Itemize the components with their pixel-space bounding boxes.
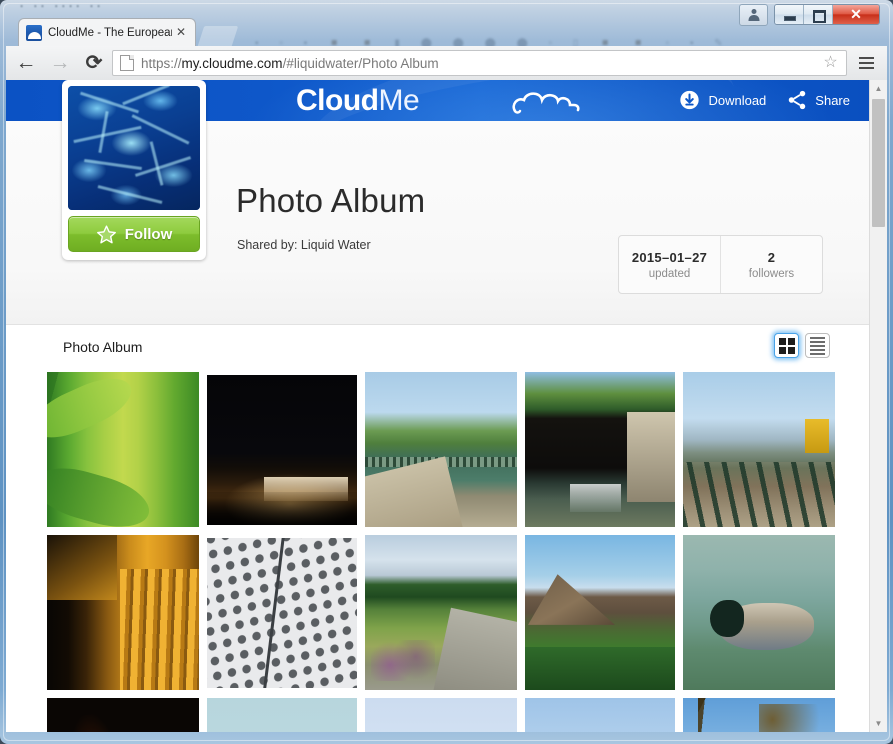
scroll-up-arrow-icon[interactable]: ▲ bbox=[870, 80, 887, 97]
download-cloud-icon bbox=[680, 90, 700, 110]
photo-cell[interactable] bbox=[683, 372, 835, 527]
cloud-outline-icon bbox=[512, 92, 580, 114]
follow-button-label: Follow bbox=[124, 225, 173, 243]
photo-lit-temple-columns[interactable] bbox=[47, 535, 199, 690]
scrollbar-thumb[interactable] bbox=[872, 99, 885, 227]
stat-followers-label: followers bbox=[748, 267, 795, 280]
album-shared-by: Shared by: Liquid Water bbox=[237, 238, 371, 252]
browser-tab-cloudme[interactable]: CloudMe - The European ✕ bbox=[18, 18, 196, 46]
window-titlebar[interactable]: ▪ ▪▪ ▪▪▪▪ ▪▪ ✕ bbox=[0, 0, 893, 26]
photo-night-city-terrace[interactable] bbox=[207, 374, 357, 525]
logo-text-bold: Cloud bbox=[296, 84, 379, 117]
photo-bamboo-stalk[interactable] bbox=[47, 372, 199, 527]
photo-cell[interactable] bbox=[683, 535, 835, 690]
stat-updated-value: 2015–01–27 bbox=[631, 249, 708, 265]
url-scheme: https:// bbox=[141, 55, 182, 71]
url-path: /#liquidwater/Photo Album bbox=[282, 55, 439, 71]
photo-sea-rocks[interactable] bbox=[365, 698, 517, 732]
close-icon[interactable]: ✕ bbox=[175, 26, 187, 38]
photo-cell[interactable] bbox=[365, 698, 517, 732]
photo-coastal-bay[interactable] bbox=[207, 698, 357, 732]
page-document-icon bbox=[120, 55, 134, 71]
grid-view-icon[interactable] bbox=[774, 333, 799, 358]
photo-canal-lock-gate[interactable] bbox=[525, 372, 675, 527]
view-toggle-group bbox=[774, 333, 830, 358]
cloud-favicon bbox=[26, 24, 42, 41]
photo-cell[interactable] bbox=[524, 698, 676, 732]
screenshot-root: ▪ ▪▪ ▪▪▪▪ ▪▪ ✕ ▪ ▫ ▪ ◾ ◾ ▮ ⬤ ⬤ ⬤ ⬤ ▫ ▯ ◾… bbox=[0, 0, 893, 744]
logo-text-light: Me bbox=[378, 84, 420, 117]
photo-cell[interactable] bbox=[524, 372, 676, 527]
stat-followers: 2 followers bbox=[720, 236, 822, 293]
photo-diamond-head-mountain[interactable] bbox=[525, 535, 675, 690]
photo-canal-footbridge[interactable] bbox=[365, 372, 517, 527]
album-avatar-card: Follow bbox=[62, 80, 206, 260]
page-viewport: CloudMe Download Share Follow Photo Albu… bbox=[6, 80, 887, 732]
album-header: Follow Photo Album Shared by: Liquid Wat… bbox=[6, 80, 870, 325]
header-actions: Download Share bbox=[678, 89, 850, 111]
follow-button[interactable]: Follow bbox=[68, 216, 200, 252]
photo-forest-meadow-path[interactable] bbox=[365, 535, 517, 690]
photo-cell[interactable] bbox=[365, 372, 517, 527]
back-button[interactable]: ← bbox=[12, 49, 40, 77]
photo-cell[interactable] bbox=[206, 535, 358, 690]
content-toolbar: Photo Album bbox=[6, 324, 870, 370]
share-label: Share bbox=[815, 92, 850, 108]
list-view-icon[interactable] bbox=[805, 333, 830, 358]
content-heading: Photo Album bbox=[63, 339, 143, 355]
photo-cell[interactable] bbox=[365, 535, 517, 690]
photo-cell[interactable] bbox=[524, 535, 676, 690]
hamburger-menu-icon[interactable] bbox=[853, 50, 879, 76]
photo-palm-tree-sky[interactable] bbox=[683, 698, 835, 732]
address-bar[interactable]: https://my.cloudme.com/#liquidwater/Phot… bbox=[112, 50, 847, 76]
photo-cell[interactable] bbox=[683, 698, 835, 732]
download-label: Download bbox=[708, 92, 767, 108]
stat-followers-value: 2 bbox=[767, 249, 776, 265]
photo-tram-riverside[interactable] bbox=[683, 372, 835, 527]
photo-grid bbox=[47, 372, 837, 732]
stat-updated-label: updated bbox=[648, 267, 691, 280]
forward-button[interactable]: → bbox=[46, 49, 74, 77]
stat-updated: 2015–01–27 updated bbox=[619, 236, 720, 293]
album-title: Photo Album bbox=[236, 182, 426, 219]
photo-cell[interactable] bbox=[47, 372, 199, 527]
photo-cell[interactable] bbox=[206, 698, 358, 732]
star-icon bbox=[96, 224, 116, 243]
address-bar-value: https://my.cloudme.com/#liquidwater/Phot… bbox=[141, 56, 439, 71]
photo-green-island-sky[interactable] bbox=[525, 698, 675, 732]
water-thumbnail[interactable] bbox=[68, 86, 200, 210]
vertical-scrollbar[interactable]: ▲ ▼ bbox=[869, 80, 887, 732]
photo-mallard-ducks-water[interactable] bbox=[683, 535, 835, 690]
reload-button[interactable]: ⟳ bbox=[80, 49, 108, 77]
new-tab-button[interactable] bbox=[197, 26, 239, 46]
tab-title: CloudMe - The European bbox=[48, 26, 172, 39]
cloudme-logo[interactable]: CloudMe bbox=[296, 84, 420, 118]
browser-toolbar: ← → ⟳ https://my.cloudme.com/#liquidwate… bbox=[6, 46, 887, 80]
download-button[interactable]: Download bbox=[678, 89, 766, 111]
bookmark-star-icon[interactable]: ☆ bbox=[822, 54, 839, 71]
page-content: CloudMe Download Share Follow Photo Albu… bbox=[6, 80, 870, 732]
photo-cell[interactable] bbox=[47, 698, 199, 732]
photo-perforated-facade[interactable] bbox=[207, 537, 357, 688]
water-caustics-art bbox=[68, 86, 200, 210]
album-stats: 2015–01–27 updated 2 followers bbox=[618, 235, 823, 294]
scroll-down-arrow-icon[interactable]: ▼ bbox=[870, 715, 887, 732]
browser-tabstrip: ▪ ▫ ▪ ◾ ◾ ▮ ⬤ ⬤ ⬤ ⬤ ▫ ▯ ◾ ◾ ▫ ▪ ✎ CloudM… bbox=[5, 16, 888, 49]
background-window-menu: ▪ ▪▪ ▪▪▪▪ ▪▪ bbox=[20, 1, 105, 11]
photo-cell[interactable] bbox=[206, 372, 358, 527]
photo-campfire-flames[interactable] bbox=[47, 698, 199, 732]
photo-cell[interactable] bbox=[47, 535, 199, 690]
share-button[interactable]: Share bbox=[786, 89, 850, 111]
url-host: my.cloudme.com bbox=[181, 55, 283, 71]
share-nodes-icon bbox=[789, 90, 806, 110]
